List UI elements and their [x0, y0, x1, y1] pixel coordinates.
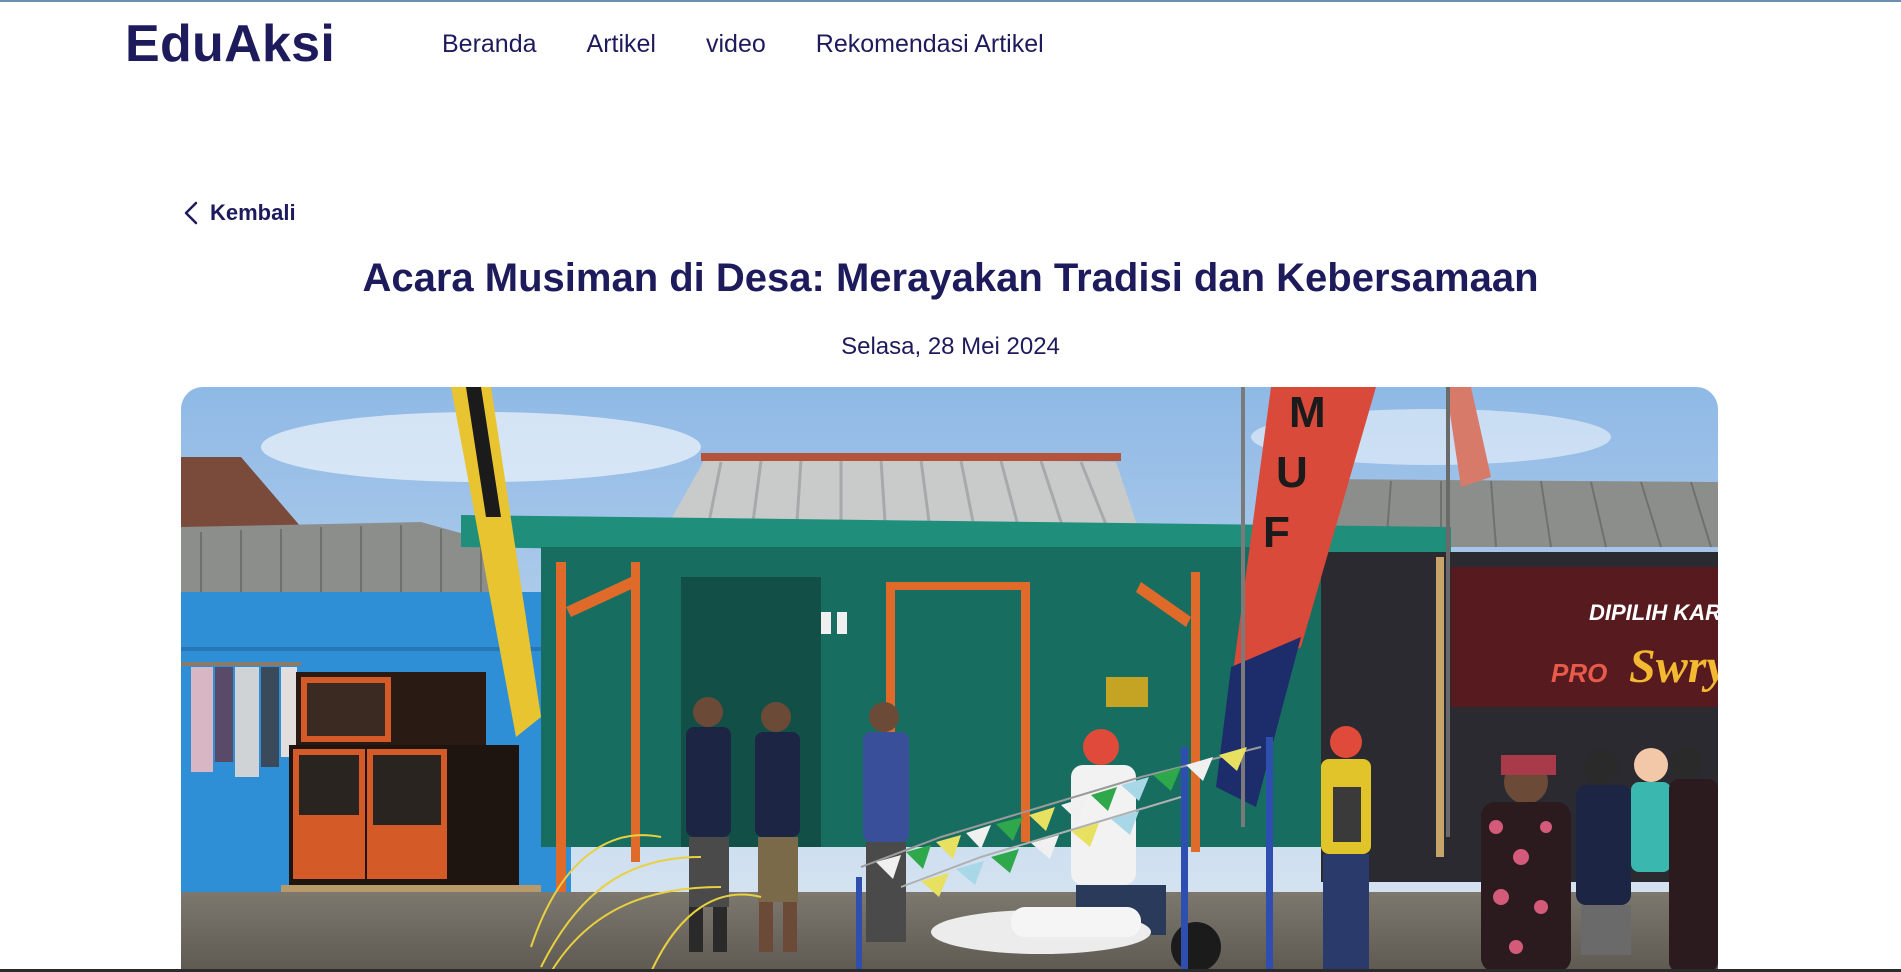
- hero-photo: DIPILIH KARENA PRO Swry M U F: [181, 387, 1718, 972]
- nav-video[interactable]: video: [706, 30, 766, 59]
- navbar: EduAksi Beranda Artikel video Rekomendas…: [0, 0, 1901, 92]
- banner-text-line1: DIPILIH KARENA: [1589, 600, 1718, 625]
- back-button[interactable]: Kembali: [184, 200, 296, 226]
- article-hero-image: DIPILIH KARENA PRO Swry M U F: [181, 387, 1718, 972]
- nav-artikel[interactable]: Artikel: [587, 30, 656, 59]
- flag-letter-2: U: [1276, 448, 1308, 497]
- banner-text-line3: Swry: [1629, 640, 1718, 693]
- brand-logo[interactable]: EduAksi: [125, 14, 335, 74]
- nav-rekomendasi-artikel[interactable]: Rekomendasi Artikel: [816, 30, 1044, 59]
- chevron-left-icon: [184, 201, 198, 225]
- flag-letter-1: M: [1289, 388, 1326, 437]
- back-label: Kembali: [210, 200, 296, 225]
- main-nav: Beranda Artikel video Rekomendasi Artike…: [442, 30, 1044, 59]
- banner-text-line2: PRO: [1551, 658, 1607, 688]
- article-date: Selasa, 28 Mei 2024: [841, 333, 1060, 360]
- nav-beranda[interactable]: Beranda: [442, 30, 537, 59]
- article-title: Acara Musiman di Desa: Merayakan Tradisi…: [362, 256, 1539, 300]
- flag-letter-3: F: [1263, 508, 1290, 557]
